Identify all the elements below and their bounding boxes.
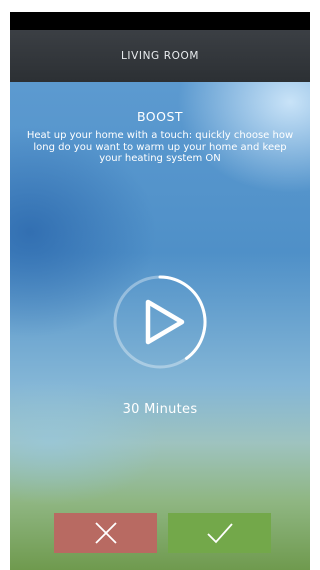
confirm-button[interactable] (168, 513, 271, 553)
boost-description: Heat up your home with a touch: quickly … (26, 130, 294, 164)
title-bar: LIVING ROOM (10, 30, 310, 82)
play-icon[interactable] (145, 299, 185, 345)
room-title: LIVING ROOM (120, 50, 200, 62)
close-icon (94, 522, 117, 544)
cancel-button[interactable] (54, 513, 157, 553)
app-screen: LIVING ROOM BOOST Heat up your home with… (10, 12, 310, 570)
boost-dial[interactable] (108, 270, 212, 374)
check-icon (206, 523, 233, 544)
dial-progress-arc (158, 275, 207, 360)
boost-panel: BOOST Heat up your home with a touch: qu… (10, 82, 310, 570)
duration-label: 30 Minutes (122, 402, 198, 417)
status-bar (10, 12, 310, 30)
boost-title: BOOST (136, 109, 184, 124)
